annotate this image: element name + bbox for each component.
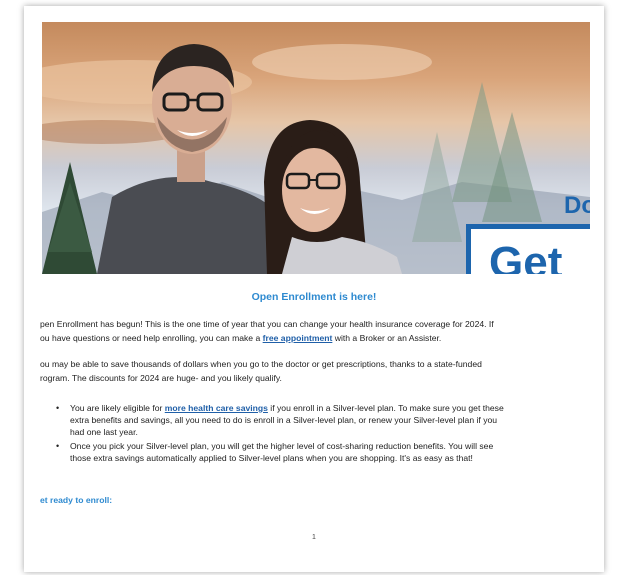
- intro-line-2: ou have questions or need help enrolling…: [40, 332, 600, 344]
- page-number: 1: [312, 534, 316, 541]
- bullet-2-line-1: Once you pick your Silver-level plan, yo…: [70, 441, 494, 451]
- bullet-1-text-after-link: if you enroll in a Silver-level plan. To…: [267, 403, 504, 413]
- bullet-icon: •: [56, 441, 60, 451]
- bullet-list: • You are likely eligible for more healt…: [54, 402, 594, 466]
- hero-headline-fragment: Do: [564, 192, 590, 219]
- bullet-2-line-2: those extra savings automatically applie…: [70, 453, 473, 463]
- intro-text-before-link: ou have questions or need help enrolling…: [40, 333, 263, 343]
- savings-line-1: ou may be able to save thousands of doll…: [40, 359, 482, 369]
- hero-cta-text: Get: [489, 238, 563, 275]
- list-item: • Once you pick your Silver-level plan, …: [54, 440, 594, 464]
- free-appointment-link[interactable]: free appointment: [263, 333, 333, 343]
- intro-line-1: pen Enrollment has begun! This is the on…: [40, 319, 494, 329]
- bullet-1-line-2: extra benefits and savings, all you need…: [70, 415, 498, 425]
- bullet-1-line-3: had one last year.: [70, 427, 138, 437]
- document-page: Do Get Open Enrollment is here! pen Enro…: [24, 6, 604, 572]
- bullet-1-text-before-link: You are likely eligible for: [70, 403, 165, 413]
- savings-line-2: rogram. The discounts for 2024 are huge-…: [40, 373, 282, 383]
- list-item: • You are likely eligible for more healt…: [54, 402, 594, 438]
- page-heading: Open Enrollment is here!: [251, 291, 377, 303]
- intro-text-after-link: with a Broker or an Assister.: [332, 333, 442, 343]
- get-ready-heading: et ready to enroll:: [40, 495, 113, 505]
- more-health-care-savings-link[interactable]: more health care savings: [165, 403, 268, 413]
- hero-cta-box: Get: [466, 224, 590, 274]
- hero-image: Do Get: [42, 22, 590, 274]
- bullet-icon: •: [56, 403, 60, 413]
- bullet-1-line-1: You are likely eligible for more health …: [70, 402, 594, 414]
